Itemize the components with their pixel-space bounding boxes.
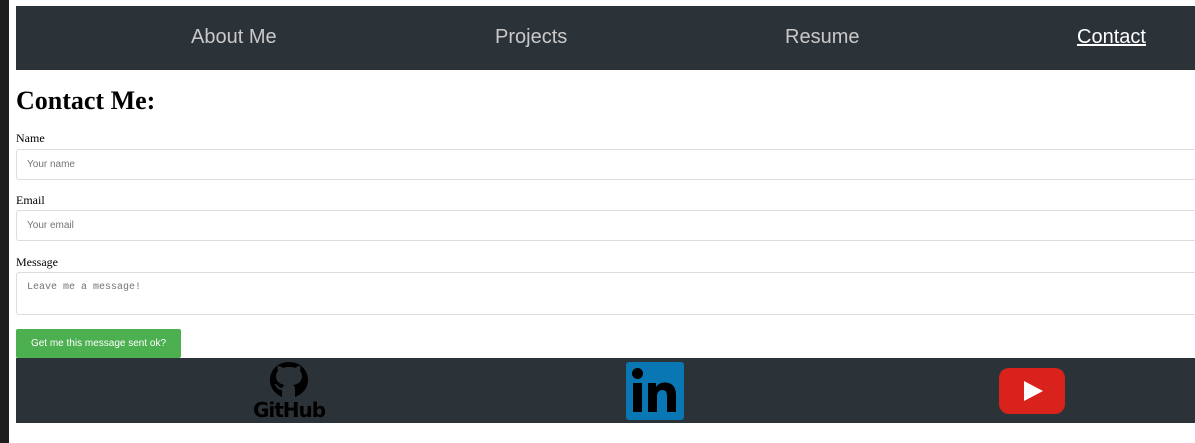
nav-about-me[interactable]: About Me: [191, 26, 277, 49]
name-label: Name: [16, 131, 45, 145]
message-field[interactable]: [16, 272, 1195, 315]
linkedin-icon: [626, 362, 684, 420]
message-label: Message: [16, 255, 58, 269]
nav-projects[interactable]: Projects: [495, 26, 567, 49]
submit-button[interactable]: Get me this message sent ok?: [16, 329, 181, 358]
github-icon: [270, 362, 308, 397]
footer: GitHub: [16, 358, 1195, 423]
youtube-icon: [999, 368, 1065, 414]
top-nav: About Me Projects Resume Contact: [16, 6, 1195, 70]
page-title: Contact Me:: [16, 86, 156, 115]
youtube-link[interactable]: [999, 368, 1065, 414]
nav-resume[interactable]: Resume: [785, 26, 859, 49]
github-wordmark: GitHub: [252, 398, 326, 422]
email-label: Email: [16, 193, 45, 207]
email-field[interactable]: [16, 210, 1195, 241]
window-edge: [0, 0, 9, 443]
nav-contact[interactable]: Contact: [1077, 26, 1146, 49]
github-link[interactable]: GitHub: [252, 360, 326, 424]
name-field[interactable]: [16, 149, 1195, 180]
linkedin-link[interactable]: [626, 362, 684, 420]
